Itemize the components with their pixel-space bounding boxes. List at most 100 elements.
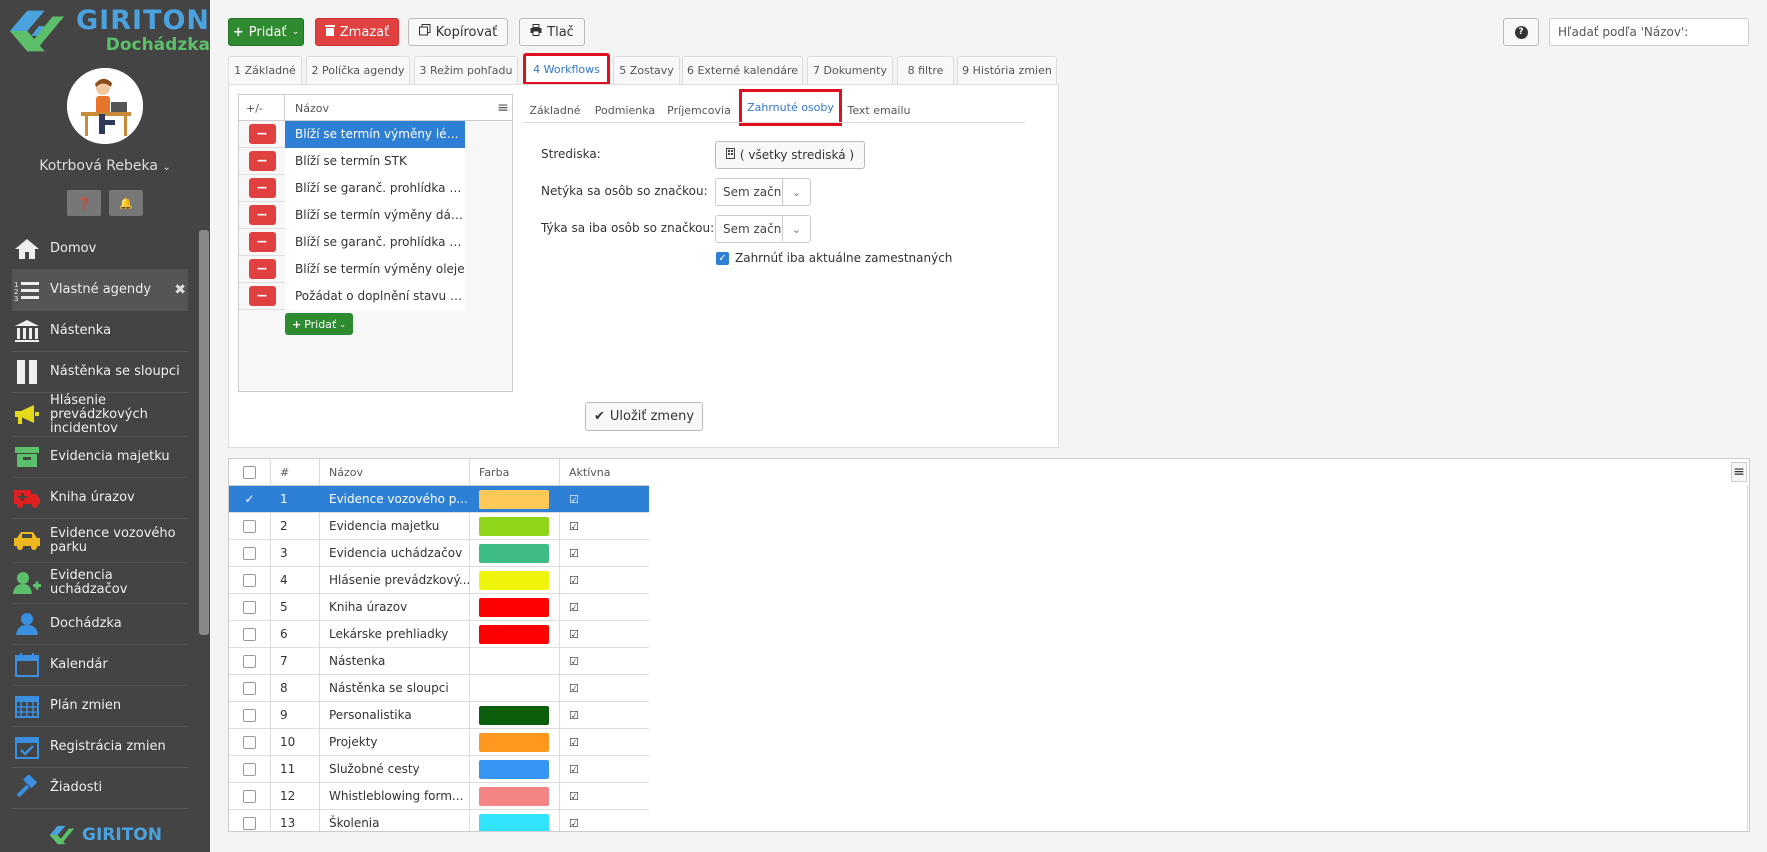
- remove-button[interactable]: −: [248, 178, 276, 198]
- table-row[interactable]: 9 Personalistika ☑: [229, 702, 649, 729]
- tab-workflows[interactable]: 4 Workflows: [523, 53, 610, 85]
- sidebar-item-vlastne-agendy[interactable]: 123 Vlastné agendy ✖: [12, 270, 188, 311]
- tab-zakladne[interactable]: 1 Základné: [228, 56, 302, 84]
- sidebar-item-registracia-zmien[interactable]: Registrácia zmien: [12, 727, 188, 768]
- sidebar-scrollbar[interactable]: [199, 230, 209, 635]
- hamburger-menu-icon[interactable]: ≡: [494, 95, 512, 120]
- row-checkbox[interactable]: [243, 762, 256, 776]
- sidebar-item-plan-zmien[interactable]: Plán zmien: [12, 686, 188, 727]
- question-circle-icon: ?: [1514, 25, 1528, 39]
- help-button[interactable]: ❓: [67, 190, 101, 216]
- remove-button[interactable]: −: [248, 232, 276, 252]
- only-current-checkbox[interactable]: ✓: [716, 251, 729, 265]
- row-checkbox[interactable]: [243, 681, 256, 695]
- col-name-header[interactable]: Názov: [320, 459, 470, 485]
- workflow-row[interactable]: − Blíží se termín výměny léká...: [239, 120, 465, 148]
- add-workflow-button[interactable]: + Pridať ⌄: [285, 313, 353, 335]
- table-row[interactable]: 3 Evidencia uchádzačov ☑: [229, 540, 649, 567]
- workflow-row[interactable]: − Blíží se garanč. prohlídka v...: [239, 228, 465, 256]
- remove-button[interactable]: −: [248, 151, 276, 171]
- table-row[interactable]: 11 Služobné cesty ☑: [229, 756, 649, 783]
- workflow-row[interactable]: − Blíží se termín STK: [239, 147, 465, 175]
- sidebar-item-nastenka-se-sloupci[interactable]: Nástěnka se sloupci: [12, 352, 188, 393]
- col-color-header[interactable]: Farba: [470, 459, 560, 485]
- remove-button[interactable]: −: [248, 205, 276, 225]
- tyka-tag-select[interactable]: Sem začnite ⌄: [715, 215, 811, 243]
- close-icon[interactable]: ✖: [174, 282, 186, 298]
- workflow-name[interactable]: Blíží se garanč. prohlídka v...: [285, 174, 465, 202]
- sidebar-item-evidencia-uchadzacov[interactable]: Evidencia uchádzačov: [12, 563, 188, 604]
- remove-button[interactable]: −: [248, 286, 276, 306]
- row-checkbox[interactable]: ✓: [243, 492, 256, 506]
- row-checkbox[interactable]: [243, 600, 256, 614]
- add-button[interactable]: + Pridať ⌄: [228, 18, 304, 46]
- sidebar-item-kniha-urazov[interactable]: Kniha úrazov: [12, 478, 188, 519]
- table-row[interactable]: 13 Školenia ☑: [229, 810, 649, 831]
- workflow-name[interactable]: Požádat o doplnění stavu t...: [285, 282, 465, 310]
- sidebar-item-nastenka[interactable]: Nástenka: [12, 311, 188, 352]
- tab-dokumenty[interactable]: 7 Dokumenty: [807, 56, 893, 84]
- row-checkbox[interactable]: [243, 573, 256, 587]
- workflow-name[interactable]: Blíží se termín STK: [285, 147, 465, 175]
- tab-filtre[interactable]: 8 filtre: [897, 56, 954, 84]
- row-number: 2: [271, 513, 320, 539]
- workflow-row[interactable]: − Blíží se termín výměny oleje: [239, 255, 465, 283]
- sidebar-item-ziadosti[interactable]: Žiadosti: [12, 768, 188, 809]
- tab-externe-kalendare[interactable]: 6 Externé kalendáre: [682, 56, 803, 84]
- workflow-name[interactable]: Blíží se termín výměny léká...: [285, 120, 465, 148]
- sidebar-item-vozovy-park[interactable]: Evidence vozového parku: [12, 519, 188, 563]
- tab-policka-agendy[interactable]: 2 Políčka agendy: [306, 56, 410, 84]
- row-checkbox[interactable]: [243, 627, 256, 641]
- subtab-zahrnute-osoby[interactable]: Zahrnuté osoby: [739, 89, 842, 126]
- workflow-row[interactable]: − Požádat o doplnění stavu t...: [239, 282, 465, 310]
- workflow-name[interactable]: Blíží se garanč. prohlídka v...: [285, 228, 465, 256]
- workflow-name[interactable]: Blíží se termín výměny dál...: [285, 201, 465, 229]
- remove-button[interactable]: −: [248, 259, 276, 279]
- table-row[interactable]: 4 Hlásenie prevádzkový... ☑: [229, 567, 649, 594]
- row-checkbox[interactable]: [243, 816, 256, 830]
- sidebar-item-kalendar[interactable]: Kalendár: [12, 645, 188, 686]
- table-row[interactable]: 5 Kniha úrazov ☑: [229, 594, 649, 621]
- tab-historia-zmien[interactable]: 9 História zmien: [957, 56, 1057, 84]
- sidebar-item-dochadzka[interactable]: Dochádzka: [12, 604, 188, 645]
- table-row[interactable]: 7 Nástenka ☑: [229, 648, 649, 675]
- row-checkbox[interactable]: [243, 546, 256, 560]
- row-checkbox[interactable]: [243, 708, 256, 722]
- workflow-row[interactable]: − Blíží se garanč. prohlídka v...: [239, 174, 465, 202]
- workflow-name[interactable]: Blíží se termín výměny oleje: [285, 255, 465, 283]
- row-checkbox[interactable]: [243, 735, 256, 749]
- row-checkbox[interactable]: [243, 519, 256, 533]
- table-row[interactable]: 12 Whistleblowing form... ☑: [229, 783, 649, 810]
- select-all-checkbox[interactable]: [243, 465, 256, 479]
- row-checkbox[interactable]: [243, 654, 256, 668]
- table-row[interactable]: 6 Lekárske prehliadky ☑: [229, 621, 649, 648]
- strediska-select[interactable]: ( všetky strediská ): [715, 141, 865, 169]
- delete-button[interactable]: Zmazať: [315, 18, 399, 46]
- hamburger-menu-icon[interactable]: ≡: [1731, 462, 1747, 482]
- save-button[interactable]: ✔ Uložiť zmeny: [585, 402, 703, 431]
- notifications-button[interactable]: 🔔: [109, 190, 143, 216]
- col-name-header[interactable]: Názov: [285, 95, 494, 120]
- sidebar-item-domov[interactable]: Domov: [12, 229, 188, 270]
- tab-rezim-pohladu[interactable]: 3 Režim pohľadu: [414, 56, 518, 84]
- row-checkbox[interactable]: [243, 789, 256, 803]
- brand-logo[interactable]: GIRITON Dochádzka: [0, 0, 210, 62]
- search-input[interactable]: Hľadať podľa 'Názov':: [1549, 18, 1749, 46]
- avatar[interactable]: [67, 68, 143, 144]
- remove-button[interactable]: −: [248, 124, 276, 144]
- sidebar-item-hlasenie-incidentov[interactable]: Hlásenie prevádzkových incidentov: [12, 393, 188, 437]
- copy-button[interactable]: Kopírovať: [408, 18, 508, 46]
- help-button-top[interactable]: ?: [1503, 18, 1539, 46]
- col-number-header[interactable]: #: [271, 459, 320, 485]
- workflow-row[interactable]: − Blíží se termín výměny dál...: [239, 201, 465, 229]
- sidebar-item-evidencia-majetku[interactable]: Evidencia majetku: [12, 437, 188, 478]
- col-active-header[interactable]: Aktívna: [560, 459, 649, 485]
- table-row[interactable]: 8 Nástěnka se sloupci ☑: [229, 675, 649, 702]
- table-row[interactable]: 10 Projekty ☑: [229, 729, 649, 756]
- table-row[interactable]: ✓ 1 Evidence vozového p... ☑: [229, 486, 649, 513]
- user-menu[interactable]: Kotrbová Rebeka ⌄: [0, 158, 210, 174]
- netyka-tag-select[interactable]: Sem začnite ⌄: [715, 178, 811, 206]
- print-button[interactable]: Tlač: [519, 18, 585, 46]
- table-row[interactable]: 2 Evidencia majetku ☑: [229, 513, 649, 540]
- tab-zostavy[interactable]: 5 Zostavy: [613, 56, 680, 84]
